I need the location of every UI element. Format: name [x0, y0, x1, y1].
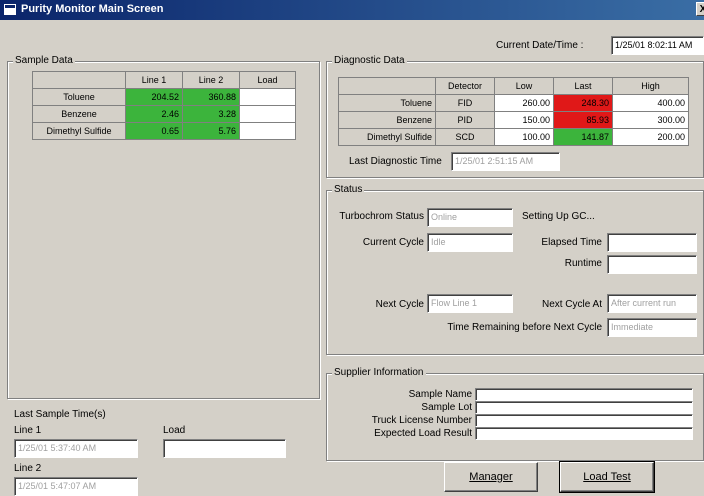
line2-sample-time-field[interactable]: 1/25/01 5:47:07 AM — [14, 477, 138, 496]
column-header: Line 2 — [182, 71, 240, 89]
truck-license-label: Truck License Number — [371, 415, 472, 426]
sample-name-label: Sample Name — [408, 389, 472, 400]
last-diagnostic-time-label: Last Diagnostic Time — [349, 156, 442, 167]
sample-lot-field[interactable] — [475, 401, 693, 414]
elapsed-time-label: Elapsed Time — [541, 237, 602, 248]
table-row: Dimethyl Sulfide 0.65 5.76 — [32, 122, 296, 140]
diagnostic-data-table: Detector Low Last High Toluene FID 260.0… — [338, 77, 689, 146]
status-title: Status — [332, 184, 365, 195]
line2-cell: 5.76 — [182, 122, 240, 140]
table-row: Toluene FID 260.00 248.30 400.00 — [338, 94, 689, 112]
table-row: Toluene 204.52 360.88 — [32, 88, 296, 106]
table-row: Benzene PID 150.00 85.93 300.00 — [338, 111, 689, 129]
column-header: Low — [494, 77, 554, 95]
load-test-button[interactable]: Load Test — [559, 461, 655, 493]
line1-cell: 2.46 — [125, 105, 183, 123]
current-datetime-label: Current Date/Time : — [496, 40, 584, 51]
next-cycle-at-field[interactable]: After current run — [607, 294, 697, 313]
row-header: Benzene — [32, 105, 126, 123]
next-cycle-at-label: Next Cycle At — [541, 299, 602, 310]
low-cell: 150.00 — [494, 111, 554, 129]
runtime-field[interactable] — [607, 255, 697, 274]
line1-cell: 204.52 — [125, 88, 183, 106]
current-cycle-field[interactable]: Idle — [427, 233, 513, 252]
truck-license-field[interactable] — [475, 414, 693, 427]
turbochrom-status-field[interactable]: Online — [427, 208, 513, 227]
time-remaining-label: Time Remaining before Next Cycle — [447, 322, 602, 333]
line2-cell: 360.88 — [182, 88, 240, 106]
high-cell: 200.00 — [612, 128, 689, 146]
table-row: Benzene 2.46 3.28 — [32, 105, 296, 123]
setting-up-text: Setting Up GC... — [522, 211, 595, 222]
line1-cell: 0.65 — [125, 122, 183, 140]
line2-cell: 3.28 — [182, 105, 240, 123]
load-cell — [239, 105, 296, 123]
column-header: Load — [239, 71, 296, 89]
line1-label: Line 1 — [14, 425, 42, 436]
sample-data-table: Line 1 Line 2 Load Toluene 204.52 360.88… — [32, 71, 296, 140]
column-header: Last — [553, 77, 613, 95]
manager-button[interactable]: Manager — [444, 462, 538, 492]
last-cell: 85.93 — [553, 111, 613, 129]
column-header — [32, 71, 126, 89]
detector-cell: PID — [435, 111, 495, 129]
table-header-row: Line 1 Line 2 Load — [32, 71, 296, 89]
detector-cell: FID — [435, 94, 495, 112]
time-remaining-field[interactable]: Immediate — [607, 318, 697, 337]
load-cell — [239, 88, 296, 106]
elapsed-time-field[interactable] — [607, 233, 697, 252]
column-header: Detector — [435, 77, 495, 95]
sample-name-field[interactable] — [475, 388, 693, 401]
next-cycle-field[interactable]: Flow Line 1 — [427, 294, 513, 313]
last-sample-time-label: Last Sample Time(s) — [14, 409, 106, 420]
next-cycle-label: Next Cycle — [375, 299, 424, 310]
row-header: Dimethyl Sulfide — [338, 128, 436, 146]
line2-label: Line 2 — [14, 463, 42, 474]
diagnostic-data-title: Diagnostic Data — [332, 55, 407, 66]
last-cell: 248.30 — [553, 94, 613, 112]
current-datetime-field: 1/25/01 8:02:11 AM — [611, 36, 704, 55]
expected-load-result-label: Expected Load Result — [374, 428, 472, 439]
window-title: Purity Monitor Main Screen — [21, 3, 164, 15]
load-sample-time-field[interactable] — [163, 439, 286, 458]
row-header: Dimethyl Sulfide — [32, 122, 126, 140]
expected-load-result-field[interactable] — [475, 427, 693, 440]
detector-cell: SCD — [435, 128, 495, 146]
current-cycle-label: Current Cycle — [362, 237, 424, 248]
high-cell: 300.00 — [612, 111, 689, 129]
last-cell: 141.87 — [553, 128, 613, 146]
column-header — [338, 77, 436, 95]
column-header: Line 1 — [125, 71, 183, 89]
line1-sample-time-field[interactable]: 1/25/01 5:37:40 AM — [14, 439, 138, 458]
load-cell — [239, 122, 296, 140]
sample-data-title: Sample Data — [13, 55, 75, 66]
load-label: Load — [163, 425, 186, 436]
column-header: High — [612, 77, 689, 95]
row-header: Benzene — [338, 111, 436, 129]
row-header: Toluene — [338, 94, 436, 112]
last-diagnostic-time-field[interactable]: 1/25/01 2:51:15 AM — [451, 152, 560, 171]
supplier-info-title: Supplier Information — [332, 367, 426, 378]
row-header: Toluene — [32, 88, 126, 106]
app-icon — [4, 4, 16, 15]
table-row: Dimethyl Sulfide SCD 100.00 141.87 200.0… — [338, 128, 689, 146]
sample-lot-label: Sample Lot — [421, 402, 472, 413]
low-cell: 100.00 — [494, 128, 554, 146]
low-cell: 260.00 — [494, 94, 554, 112]
runtime-label: Runtime — [564, 258, 602, 269]
turbochrom-status-label: Turbochrom Status — [339, 211, 424, 222]
high-cell: 400.00 — [612, 94, 689, 112]
close-button[interactable]: X — [696, 2, 704, 16]
table-header-row: Detector Low Last High — [338, 77, 689, 95]
title-bar: Purity Monitor Main Screen X — [0, 0, 704, 20]
